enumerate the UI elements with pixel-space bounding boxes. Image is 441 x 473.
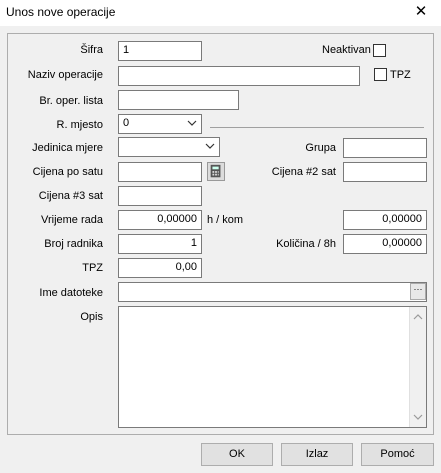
kolicina-8h-input[interactable]: 0,00000	[343, 234, 427, 254]
r-mjesto-label: R. mjesto	[56, 119, 103, 131]
scroll-up-icon[interactable]	[410, 309, 426, 325]
jedinica-mjere-label: Jedinica mjere	[32, 142, 103, 154]
cijena2-input[interactable]	[343, 162, 427, 182]
scroll-down-icon[interactable]	[410, 409, 426, 425]
opis-scrollbar[interactable]	[409, 307, 426, 427]
unit-h-kom-label: h / kom	[207, 214, 244, 226]
broj-radnika-label: Broj radnika	[44, 238, 103, 250]
tpz-label: TPZ	[82, 262, 103, 274]
vrijeme-rada-input[interactable]: 0,00000	[118, 210, 202, 230]
vrijeme-rada-label: Vrijeme rada	[41, 214, 103, 226]
pomoc-button[interactable]: Pomoć	[361, 443, 434, 466]
cijena3-input[interactable]	[118, 186, 202, 206]
r-mjesto-value: 0	[123, 117, 130, 129]
neaktivan-checkbox[interactable]	[373, 44, 386, 57]
r-mjesto-select[interactable]: 0	[118, 114, 202, 134]
izlaz-button[interactable]: Izlaz	[281, 443, 353, 466]
grupa-label: Grupa	[305, 142, 336, 154]
cijena3-label: Cijena #3 sat	[38, 190, 103, 202]
vrijeme-rada-right-input[interactable]: 0,00000	[343, 210, 427, 230]
chevron-down-icon	[205, 143, 215, 149]
naziv-input[interactable]	[118, 66, 360, 86]
naziv-label: Naziv operacije	[27, 69, 103, 81]
tpz-input[interactable]: 0,00	[118, 258, 202, 278]
kolicina-8h-label: Količina / 8h	[276, 238, 336, 250]
neaktivan-label: Neaktivan	[322, 44, 371, 56]
br-oper-lista-label: Br. oper. lista	[39, 95, 103, 107]
tpz-checkbox-label: TPZ	[390, 69, 411, 81]
sifra-label: Šifra	[80, 44, 103, 56]
ok-button[interactable]: OK	[201, 443, 273, 466]
cijena-po-satu-label: Cijena po satu	[32, 166, 103, 178]
cijena2-label: Cijena #2 sat	[271, 166, 336, 178]
opis-textarea[interactable]	[118, 306, 427, 428]
separator-line	[210, 127, 424, 128]
tpz-checkbox[interactable]	[374, 68, 387, 81]
sifra-input[interactable]: 1	[118, 41, 202, 61]
close-icon[interactable]: ✕	[408, 2, 434, 22]
cijena-po-satu-input[interactable]	[118, 162, 202, 182]
grupa-input[interactable]	[343, 138, 427, 158]
window-title: Unos nove operacije	[6, 5, 116, 19]
ime-datoteke-label: Ime datoteke	[39, 287, 103, 299]
broj-radnika-input[interactable]: 1	[118, 234, 202, 254]
opis-label: Opis	[80, 311, 103, 323]
br-oper-lista-input[interactable]	[118, 90, 239, 110]
chevron-down-icon	[187, 120, 197, 126]
ime-datoteke-input[interactable]	[118, 282, 427, 302]
jedinica-mjere-select[interactable]	[118, 137, 220, 157]
calculator-icon[interactable]	[207, 162, 225, 181]
browse-ellipsis-button[interactable]: ···	[410, 283, 426, 300]
